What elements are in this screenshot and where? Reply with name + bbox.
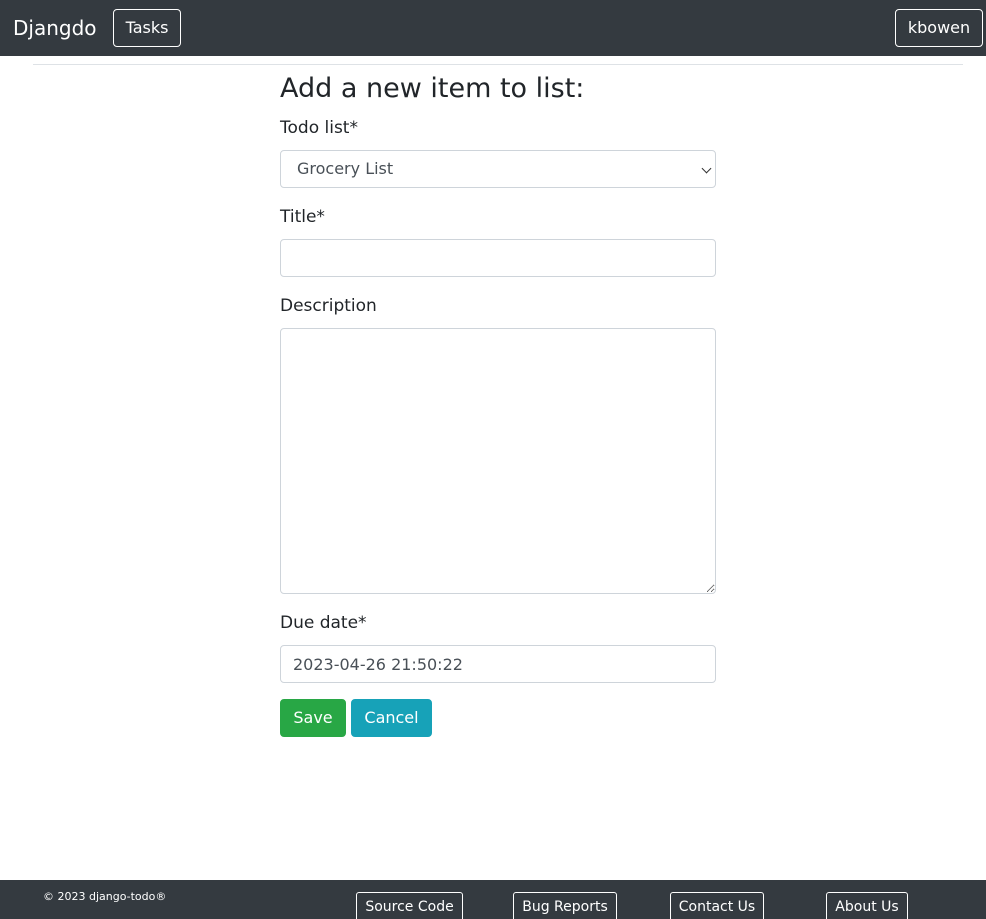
todo-list-label: Todo list* bbox=[280, 118, 358, 138]
bug-reports-link[interactable]: Bug Reports bbox=[513, 892, 617, 919]
description-textarea[interactable] bbox=[280, 328, 716, 594]
title-label: Title* bbox=[280, 207, 325, 227]
contact-us-link[interactable]: Contact Us bbox=[670, 892, 764, 919]
due-date-input[interactable] bbox=[280, 645, 716, 683]
due-date-label: Due date* bbox=[280, 613, 367, 633]
top-navbar: Djangdo Tasks kbowen bbox=[0, 0, 986, 56]
user-menu-button[interactable]: kbowen bbox=[895, 9, 983, 47]
chevron-down-icon bbox=[701, 163, 712, 174]
todo-list-selected-value: Grocery List bbox=[297, 159, 394, 178]
todo-list-select[interactable]: Grocery List bbox=[280, 150, 716, 188]
cancel-button[interactable]: Cancel bbox=[351, 699, 432, 737]
footer: © 2023 django-todo® Source Code Bug Repo… bbox=[0, 880, 986, 919]
divider bbox=[33, 64, 963, 65]
copyright-text: © 2023 django-todo® bbox=[43, 890, 167, 903]
save-button[interactable]: Save bbox=[280, 699, 346, 737]
page-title: Add a new item to list: bbox=[280, 73, 585, 104]
source-code-link[interactable]: Source Code bbox=[356, 892, 463, 919]
brand-link[interactable]: Djangdo bbox=[13, 16, 97, 40]
title-input[interactable] bbox=[280, 239, 716, 277]
page: Djangdo Tasks kbowen Add a new item to l… bbox=[0, 0, 986, 919]
tasks-button[interactable]: Tasks bbox=[113, 9, 181, 47]
about-us-link[interactable]: About Us bbox=[826, 892, 908, 919]
description-label: Description bbox=[280, 296, 377, 316]
